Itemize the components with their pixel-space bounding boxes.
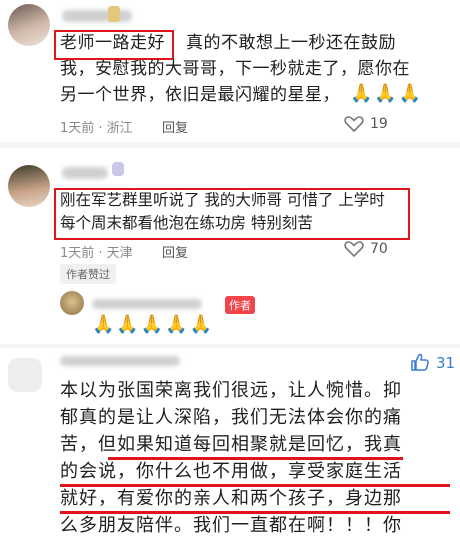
divider (0, 344, 460, 348)
avatar[interactable] (8, 4, 50, 46)
avatar[interactable] (8, 165, 50, 207)
like-count: 31 (436, 354, 456, 372)
author-name-blurred[interactable] (92, 299, 202, 309)
reply-button[interactable]: 回复 (162, 117, 188, 136)
comment-text: 本以为张国荣离我们很远，让人惋惜。抑 (60, 380, 402, 401)
username-blurred[interactable] (62, 10, 132, 22)
comment-text: 就好，有爱你的亲人和两个孩子，身边那 (60, 488, 402, 509)
author-liked-badge: 作者赞过 (60, 264, 116, 284)
comment-text: 么多朋友陪伴。我们一直都在啊！！！你 (60, 515, 402, 536)
red-underline (60, 511, 450, 514)
author-avatar[interactable] (60, 291, 84, 315)
praying-hands-emoji: 🙏🙏🙏 (350, 83, 424, 104)
comment-text: 苦，但如果知道每回相聚就是回忆，我真 (60, 434, 402, 455)
comment-text: 郁真的是让人深陷，我们无法体会你的痛 (60, 407, 402, 428)
comment-text: 刚在军艺群里听说了 我的大师哥 可惜了 上学时 (60, 191, 385, 209)
username-blurred[interactable] (60, 356, 180, 366)
avatar[interactable] (8, 358, 42, 392)
heart-icon[interactable] (344, 115, 364, 133)
comment-text: 每个周末都看他泡在练功房 特别刻苦 (60, 214, 313, 232)
thumbs-up-icon[interactable] (410, 352, 430, 372)
comment-time-location: 1天前 · 天津 (60, 246, 133, 261)
name-decoration-icon (112, 162, 124, 176)
divider (0, 142, 460, 148)
comment-text: 真的不敢想上一秒还在鼓励 (186, 33, 396, 53)
praying-hands-emoji: 🙏🙏🙏🙏🙏 (92, 314, 215, 335)
comment-time-location: 1天前 · 浙江 (60, 121, 133, 136)
red-underline (108, 457, 403, 460)
username-blurred[interactable] (62, 167, 108, 179)
comment-text: 的会说，你什么也不用做，享受家庭生活 (60, 461, 402, 482)
heart-icon[interactable] (344, 240, 364, 258)
like-count: 19 (370, 116, 388, 132)
name-decoration-icon (108, 6, 120, 22)
red-underline (60, 484, 450, 487)
like-count: 70 (370, 241, 388, 257)
author-tag: 作者 (225, 296, 255, 314)
comment-text: 我，安慰我的大哥哥，下一秒就走了，愿你在 (60, 59, 410, 79)
comment-text: 另一个世界，依旧是最闪耀的星星， (60, 85, 340, 105)
reply-button[interactable]: 回复 (162, 242, 188, 261)
comment-text-highlight: 老师一路走好 (60, 33, 165, 53)
